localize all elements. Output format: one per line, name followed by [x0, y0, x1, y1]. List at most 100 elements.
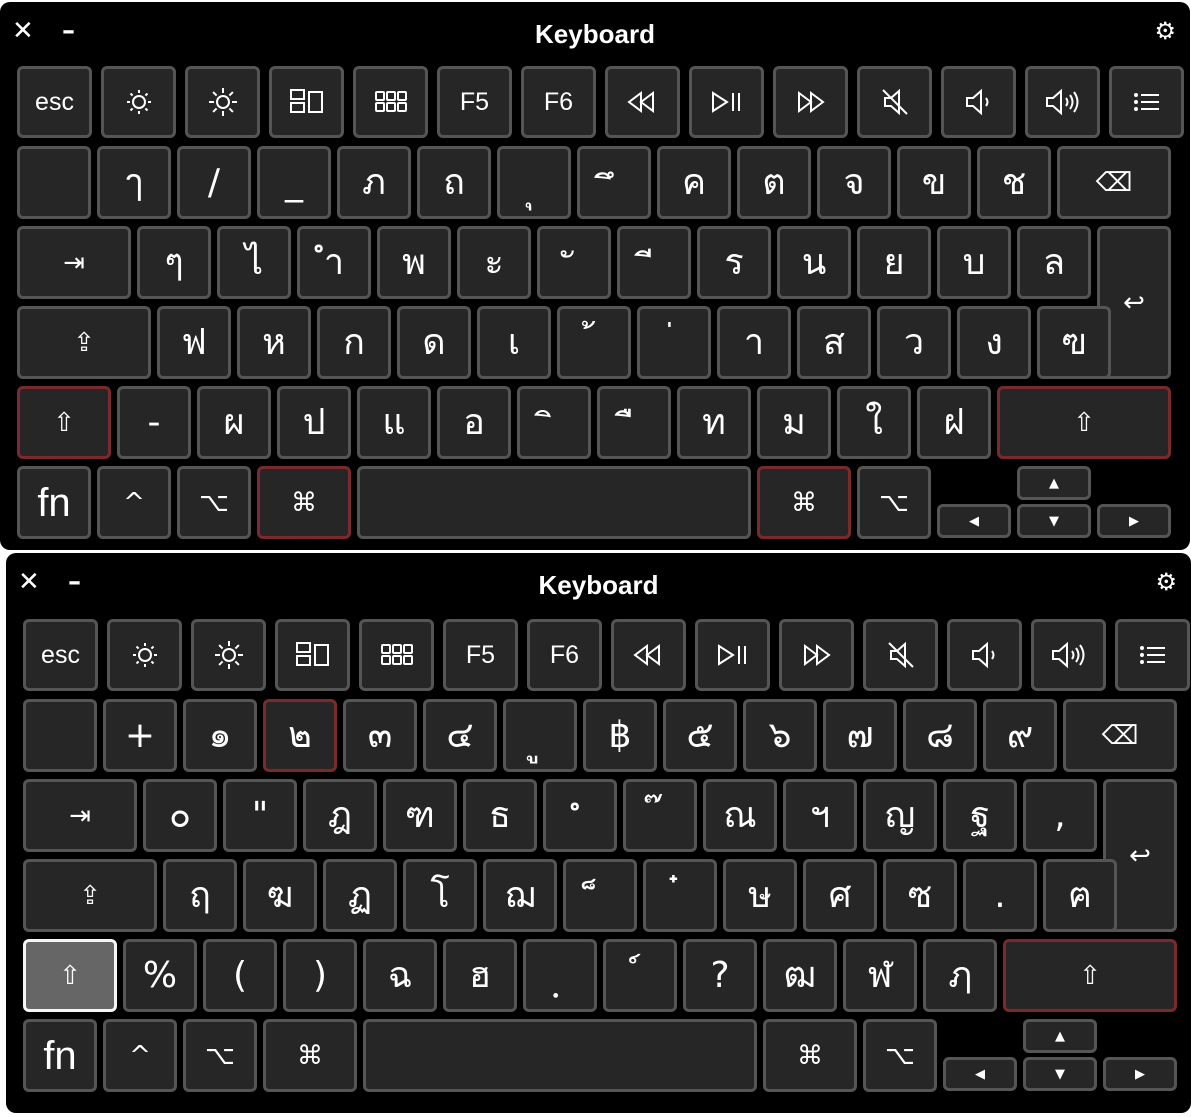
fast-forward-key[interactable]	[773, 66, 848, 138]
gear-icon[interactable]: ⚙	[1154, 16, 1176, 46]
number-key-7[interactable]: ฿	[583, 699, 657, 772]
bottom-row-key-9[interactable]: ม	[757, 386, 831, 459]
home-row-key-4[interactable]: ด	[397, 306, 471, 379]
number-key-9[interactable]: ต	[737, 146, 811, 219]
fn-key[interactable]: fn	[17, 466, 91, 539]
delete-key[interactable]: ⌫	[1057, 146, 1171, 219]
control-key[interactable]: ^	[103, 1019, 177, 1092]
bottom-row-key-7[interactable]: ์	[603, 939, 677, 1012]
arrow-up-key[interactable]: ▲	[1017, 466, 1091, 500]
top-row-key-12[interactable]: ,	[1023, 779, 1097, 852]
top-row-key-9[interactable]: น	[777, 226, 851, 299]
control-key[interactable]: ^	[97, 466, 171, 539]
top-row-key-6[interactable]: ั	[537, 226, 611, 299]
key-f6[interactable]: F6	[527, 619, 602, 691]
bottom-row-key-6[interactable]: ฺ	[523, 939, 597, 1012]
number-key-11[interactable]: ข	[897, 146, 971, 219]
bottom-row-key-6[interactable]: ิ	[517, 386, 591, 459]
top-row-key-7[interactable]: ๊	[623, 779, 697, 852]
right-option[interactable]: ⌥	[863, 1019, 937, 1092]
fn-key[interactable]: fn	[23, 1019, 97, 1092]
space-bar[interactable]	[357, 466, 751, 539]
bottom-row-key-8[interactable]: ท	[677, 386, 751, 459]
number-key-1[interactable]: ๅ	[97, 146, 171, 219]
arrow-left-key[interactable]: ◀	[937, 504, 1011, 538]
right-command[interactable]: ⌘	[757, 466, 851, 539]
number-key-1[interactable]: +	[103, 699, 177, 772]
caps-lock-key[interactable]: ⇪	[23, 859, 157, 932]
top-row-key-7[interactable]: ี	[617, 226, 691, 299]
left-shift[interactable]: ⇧	[23, 939, 117, 1012]
top-row-key-5[interactable]: ะ	[457, 226, 531, 299]
home-row-key-10[interactable]: ว	[877, 306, 951, 379]
bottom-row-key-5[interactable]: ฮ	[443, 939, 517, 1012]
home-row-key-11[interactable]: ง	[957, 306, 1031, 379]
brightness-down-key[interactable]	[107, 619, 182, 691]
bottom-row-key-5[interactable]: อ	[437, 386, 511, 459]
number-key-8[interactable]: ๕	[663, 699, 737, 772]
home-row-key-5[interactable]: เ	[477, 306, 551, 379]
bottom-row-key-7[interactable]: ื	[597, 386, 671, 459]
tab-key[interactable]: ⇥	[17, 226, 131, 299]
home-row-key-8[interactable]: ษ	[723, 859, 797, 932]
number-key-12[interactable]: ๙	[983, 699, 1057, 772]
bottom-row-key-1[interactable]: %	[123, 939, 197, 1012]
play-pause-key[interactable]	[689, 66, 764, 138]
left-shift[interactable]: ⇧	[17, 386, 111, 459]
brightness-up-key[interactable]	[191, 619, 266, 691]
mission-control-key[interactable]	[275, 619, 350, 691]
bottom-row-key-1[interactable]: -	[117, 386, 191, 459]
left-command[interactable]: ⌘	[257, 466, 351, 539]
home-row-key-9[interactable]: ส	[797, 306, 871, 379]
home-row-key-7[interactable]: ่	[637, 306, 711, 379]
arrow-left-key[interactable]: ◀	[943, 1057, 1017, 1091]
number-key-3[interactable]: ๒	[263, 699, 337, 772]
home-row-key-7[interactable]: ๋	[643, 859, 717, 932]
number-key-10[interactable]: ๗	[823, 699, 897, 772]
space-bar[interactable]	[363, 1019, 757, 1092]
left-command[interactable]: ⌘	[263, 1019, 357, 1092]
bottom-row-key-11[interactable]: ฝ	[917, 386, 991, 459]
right-shift[interactable]: ⇧	[1003, 939, 1177, 1012]
bottom-row-key-8[interactable]: ?	[683, 939, 757, 1012]
volume-up-key[interactable]	[1031, 619, 1106, 691]
home-row-key-6[interactable]: ้	[557, 306, 631, 379]
fast-forward-key[interactable]	[779, 619, 854, 691]
home-row-key-2[interactable]: ห	[237, 306, 311, 379]
left-option[interactable]: ⌥	[183, 1019, 257, 1092]
bottom-row-key-3[interactable]: ป	[277, 386, 351, 459]
number-key-4[interactable]: ภ	[337, 146, 411, 219]
home-row-key-6[interactable]: ็	[563, 859, 637, 932]
arrow-right-key[interactable]: ▶	[1103, 1057, 1177, 1091]
volume-up-key[interactable]	[1025, 66, 1100, 138]
left-option[interactable]: ⌥	[177, 466, 251, 539]
play-pause-key[interactable]	[695, 619, 770, 691]
number-key-2[interactable]: ๑	[183, 699, 257, 772]
rewind-key[interactable]	[611, 619, 686, 691]
home-row-key-3[interactable]: ก	[317, 306, 391, 379]
number-key-2[interactable]: /	[177, 146, 251, 219]
list-key[interactable]	[1115, 619, 1190, 691]
key-f5[interactable]: F5	[437, 66, 512, 138]
volume-down-key[interactable]	[947, 619, 1022, 691]
mute-key[interactable]	[863, 619, 938, 691]
mission-control-key[interactable]	[269, 66, 344, 138]
top-row-key-10[interactable]: ย	[857, 226, 931, 299]
number-key-3[interactable]: _	[257, 146, 331, 219]
home-row-key-12[interactable]: ฅ	[1043, 859, 1117, 932]
number-key-7[interactable]: ึ	[577, 146, 651, 219]
number-key-10[interactable]: จ	[817, 146, 891, 219]
top-row-key-5[interactable]: ธ	[463, 779, 537, 852]
top-row-key-4[interactable]: ฑ	[383, 779, 457, 852]
number-key-12[interactable]: ช	[977, 146, 1051, 219]
home-row-key-3[interactable]: ฏ	[323, 859, 397, 932]
rewind-key[interactable]	[605, 66, 680, 138]
volume-down-key[interactable]	[941, 66, 1016, 138]
top-row-key-12[interactable]: ล	[1017, 226, 1091, 299]
bottom-row-key-4[interactable]: ฉ	[363, 939, 437, 1012]
key-f6[interactable]: F6	[521, 66, 596, 138]
top-row-key-2[interactable]: ไ	[217, 226, 291, 299]
top-row-key-8[interactable]: ร	[697, 226, 771, 299]
number-key-5[interactable]: ๔	[423, 699, 497, 772]
home-row-key-12[interactable]: ฃ	[1037, 306, 1111, 379]
